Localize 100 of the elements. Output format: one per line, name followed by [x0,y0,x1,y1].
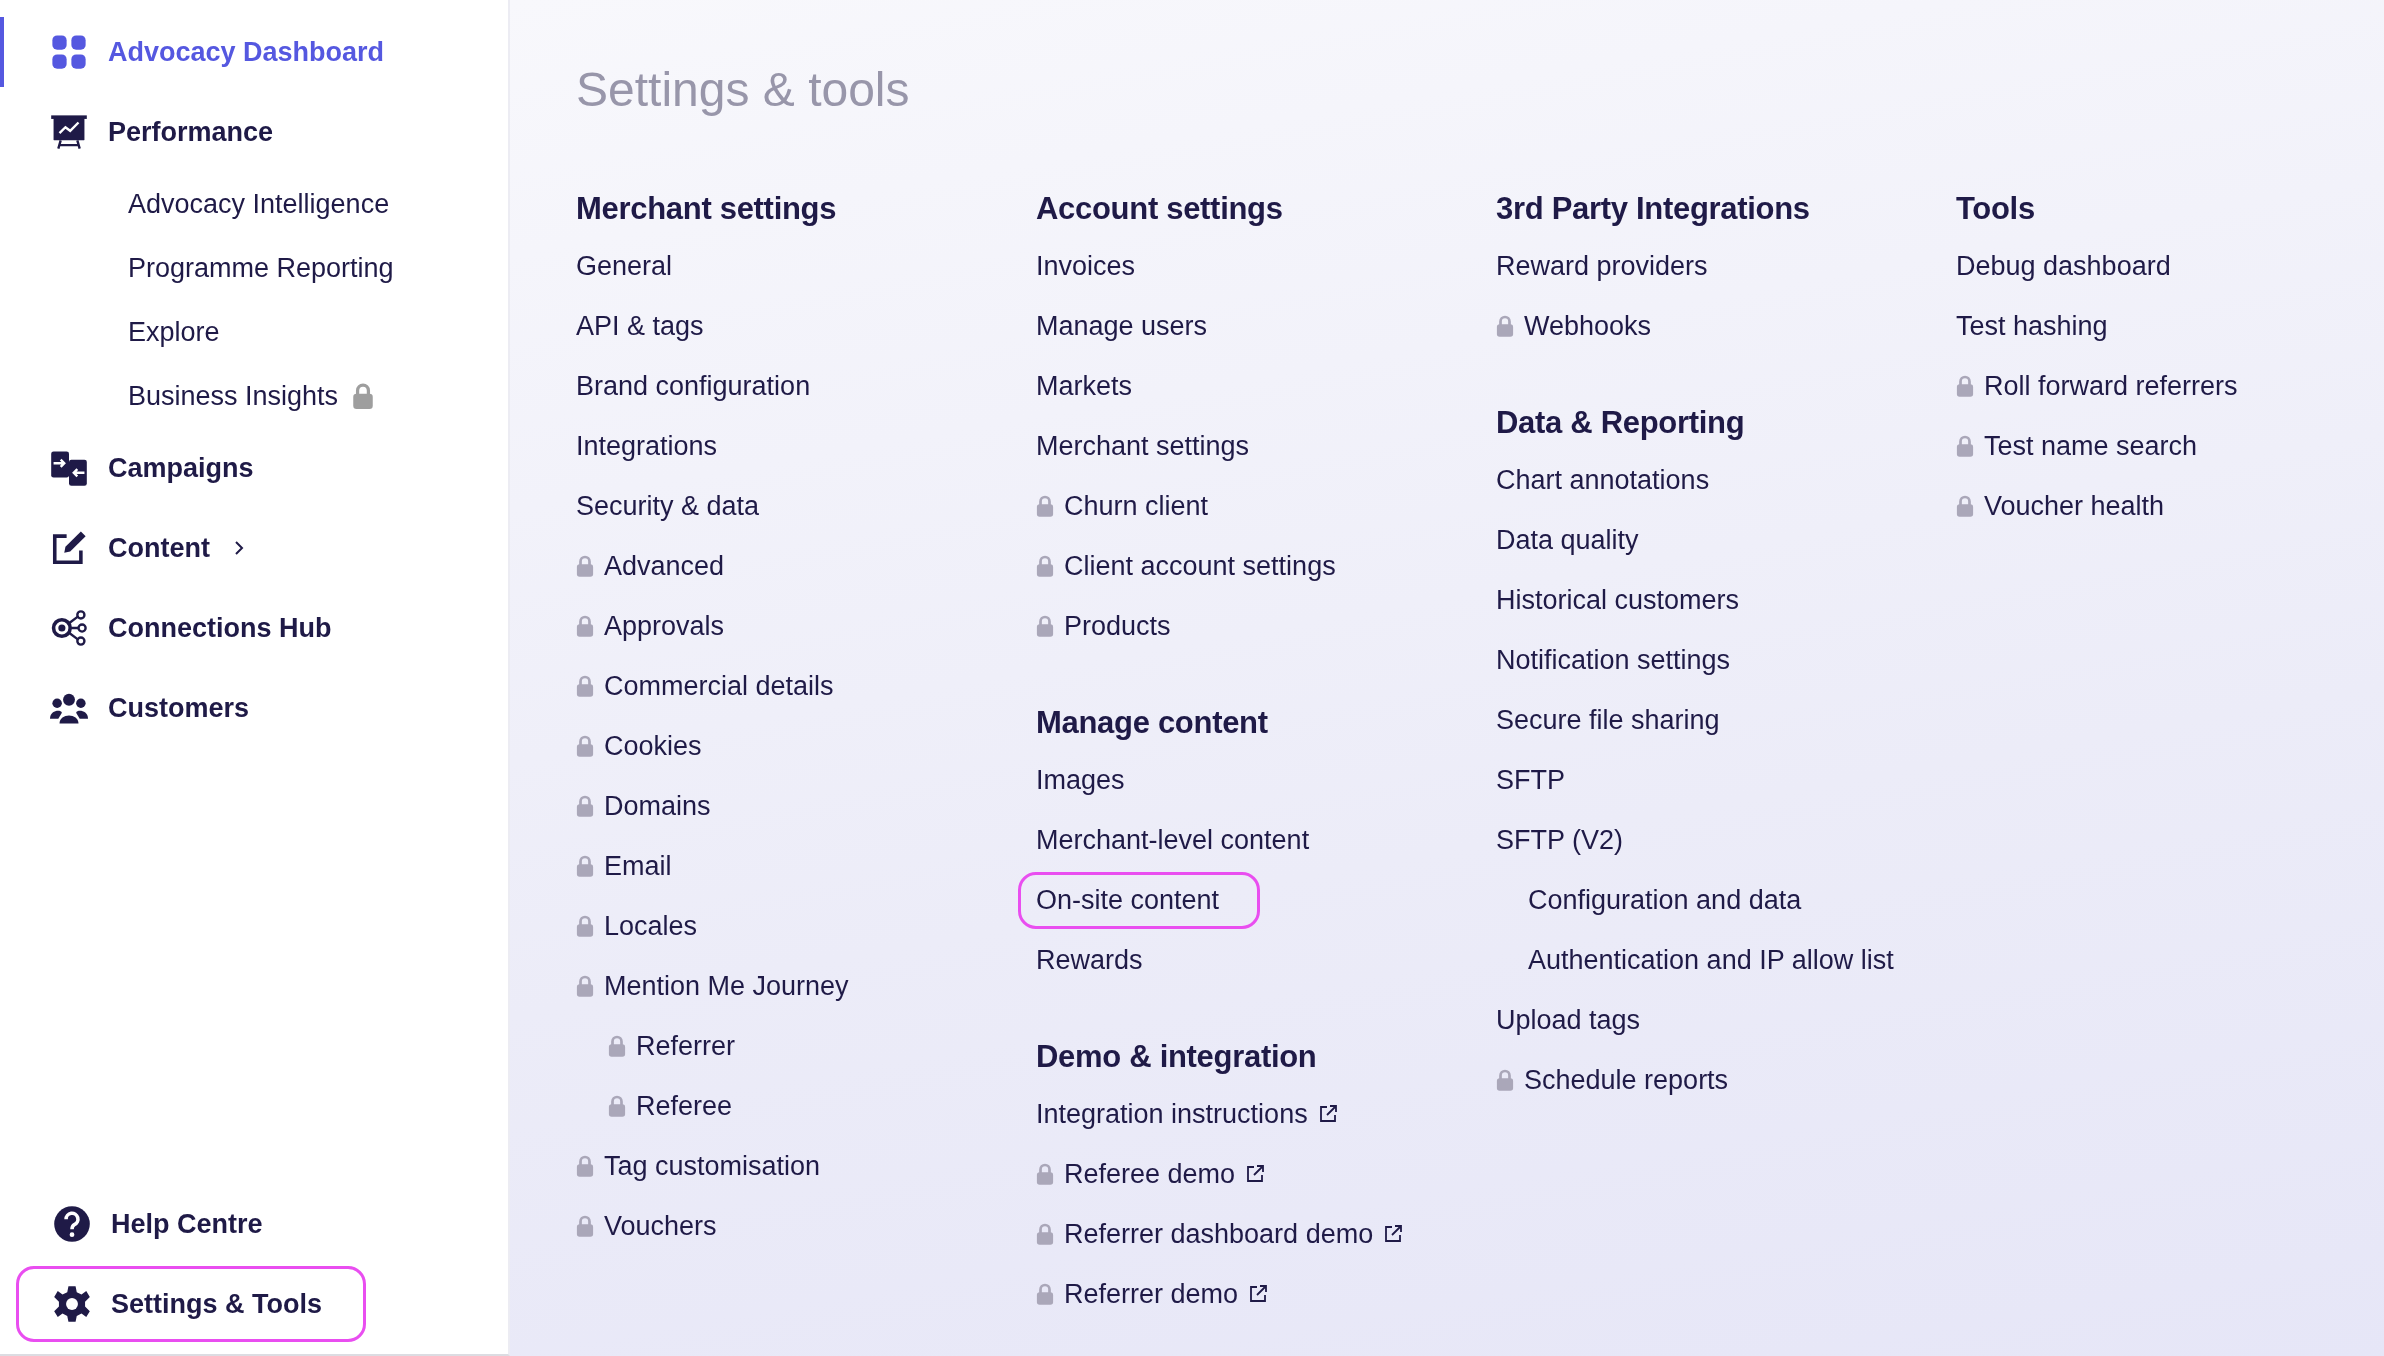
lock-icon [576,675,594,697]
settings-link[interactable]: Voucher health [1938,477,2206,535]
settings-link[interactable]: Configuration and data [1510,871,1843,929]
nav-item[interactable]: Help Centre [16,1186,366,1262]
nav-item[interactable]: Advocacy Dashboard [0,14,492,90]
nav-subitem[interactable]: Explore [0,300,508,364]
settings-link[interactable]: Invoices [1018,237,1177,295]
lock-icon [576,795,594,817]
lock-icon [352,383,375,409]
section-heading: Data & Reporting [1496,404,1746,442]
external-link-icon [1248,1284,1269,1304]
chevron-icon [234,540,244,556]
edit-icon [50,529,88,567]
external-link-icon [1317,1104,1338,1124]
nav-item[interactable]: Customers [0,670,492,746]
settings-link[interactable]: Referrer demo [1018,1265,1310,1323]
settings-link[interactable]: SFTP [1478,751,1606,809]
settings-link[interactable]: Email [558,837,713,895]
settings-link[interactable]: Rewards [1018,931,1184,989]
section-heading: Demo & integration [1036,1038,1318,1076]
nav-item[interactable]: Performance [0,94,492,170]
settings-link[interactable]: Markets [1018,357,1174,415]
lock-icon [576,555,594,577]
settings-link[interactable]: Referrer [590,1017,777,1075]
settings-link[interactable]: Integrations [558,417,759,475]
settings-link[interactable]: Client account settings [1018,537,1377,595]
settings-link[interactable]: On-site content [1018,871,1261,929]
settings-link[interactable]: Cookies [558,717,743,775]
settings-link[interactable]: Referee [590,1077,774,1135]
settings-link[interactable]: Secure file sharing [1478,691,1761,749]
settings-link[interactable]: Products [1018,597,1212,655]
nav-item[interactable]: Campaigns [0,430,492,506]
lock-icon [576,1215,594,1237]
settings-link[interactable]: Test hashing [1938,297,2149,355]
section-heading: Tools [1956,190,2036,228]
nav-item[interactable]: Content [0,510,492,586]
settings-link[interactable]: Referee demo [1018,1145,1307,1203]
arrows-icon [50,449,88,487]
settings-link[interactable]: General [558,237,714,295]
settings-link[interactable]: Images [1018,751,1166,809]
nav-item[interactable]: Settings & Tools [16,1266,366,1342]
lock-icon [1036,1283,1054,1305]
lock-icon [1036,495,1054,517]
lock-icon [1496,315,1514,337]
settings-link[interactable]: Schedule reports [1478,1051,1770,1109]
settings-link[interactable]: Test name search [1938,417,2239,475]
settings-link[interactable]: Integration instructions [1018,1085,1379,1143]
settings-link[interactable]: Chart annotations [1478,451,1751,509]
lock-icon [576,615,594,637]
settings-link[interactable]: Reward providers [1478,237,1749,295]
lock-icon [1036,1163,1054,1185]
nav-subitem[interactable]: Business Insights [0,364,508,428]
settings-link[interactable]: SFTP (V2) [1478,811,1665,869]
settings-link[interactable]: Merchant-level content [1018,811,1351,869]
settings-link[interactable]: API & tags [558,297,745,355]
settings-link[interactable]: Merchant settings [1018,417,1291,475]
section-heading: Manage content [1036,704,1269,742]
settings-link[interactable]: Data quality [1478,511,1680,569]
settings-link[interactable]: Debug dashboard [1938,237,2212,295]
lock-icon [1036,555,1054,577]
settings-link[interactable]: Security & data [558,477,801,535]
lock-icon [1496,1069,1514,1091]
settings-link[interactable]: Roll forward referrers [1938,357,2279,415]
settings-link[interactable]: Locales [558,897,739,955]
nav-subitem[interactable]: Programme Reporting [0,236,508,300]
connections-icon [50,609,88,647]
settings-link[interactable]: Webhooks [1478,297,1693,355]
settings-link[interactable]: Approvals [558,597,766,655]
section-heading: Merchant settings [576,190,838,228]
external-link-icon [1245,1164,1266,1184]
settings-link[interactable]: Upload tags [1478,991,1682,1049]
settings-link[interactable]: Tag customisation [558,1137,862,1195]
page-title: Settings & tools [576,62,911,118]
settings-link[interactable]: Notification settings [1478,631,1772,689]
section-heading: Account settings [1036,190,1284,228]
nav-item[interactable]: Connections Hub [0,590,492,666]
settings-link[interactable]: Domains [558,777,752,835]
lock-icon [1036,1223,1054,1245]
settings-link[interactable]: Commercial details [558,657,875,715]
lock-icon [576,855,594,877]
settings-link[interactable]: Referrer dashboard demo [1018,1205,1445,1263]
nav-subitem[interactable]: Advocacy Intelligence [0,172,508,236]
settings-link[interactable]: Mention Me Journey [558,957,890,1015]
external-link-icon [1383,1224,1404,1244]
chart-board-icon [50,113,88,151]
section-heading: 3rd Party Integrations [1496,190,1811,228]
lock-icon [1956,375,1974,397]
settings-link[interactable]: Brand configuration [558,357,852,415]
lock-icon [576,735,594,757]
settings-link[interactable]: Historical customers [1478,571,1781,629]
settings-link[interactable]: Advanced [558,537,766,595]
settings-link[interactable]: Churn client [1018,477,1250,535]
grid-icon [50,33,88,71]
settings-link[interactable]: Vouchers [558,1197,758,1255]
settings-link[interactable]: Authentication and IP allow list [1510,931,1935,989]
lock-icon [1036,615,1054,637]
settings-icon [53,1285,91,1323]
lock-icon [608,1035,626,1057]
settings-link[interactable]: Manage users [1018,297,1249,355]
lock-icon [576,975,594,997]
